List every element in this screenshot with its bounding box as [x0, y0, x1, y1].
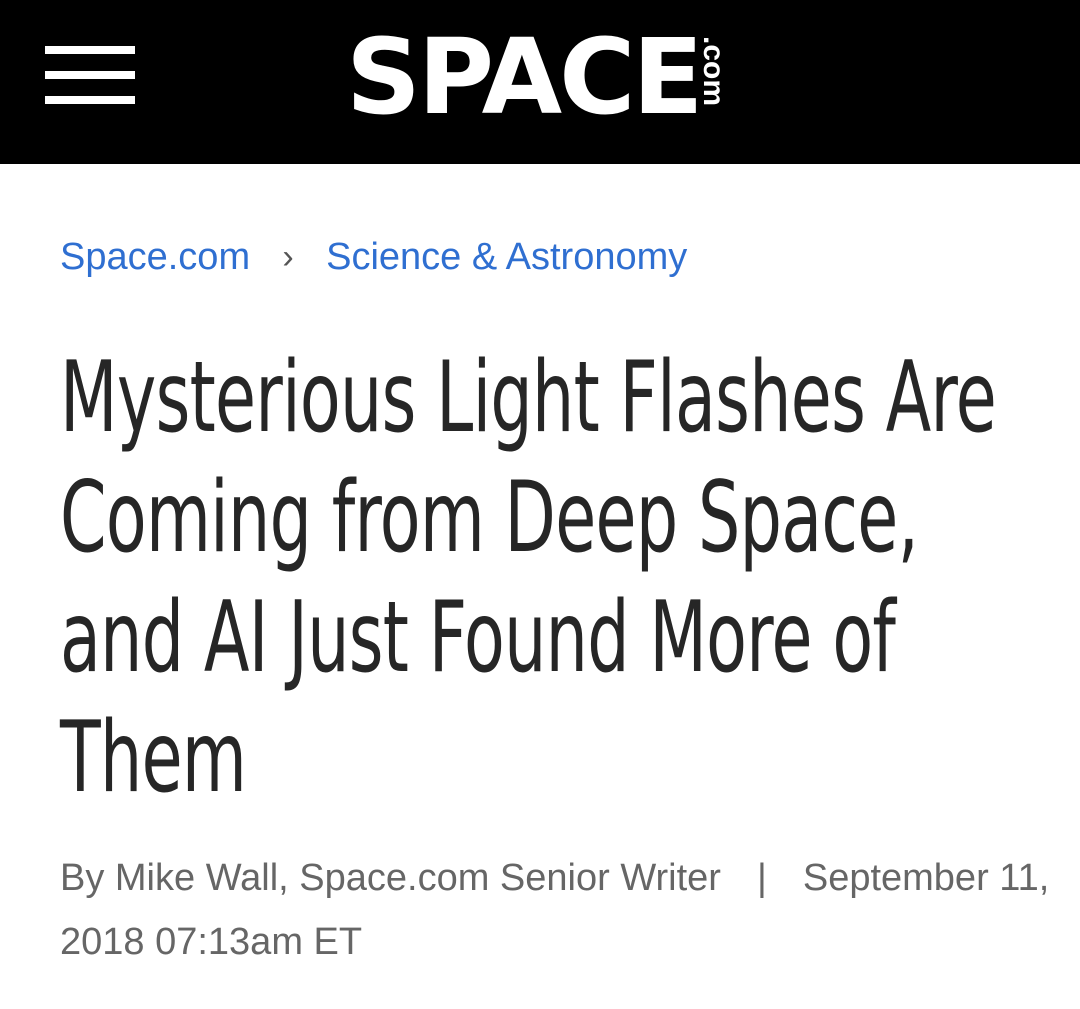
breadcrumb-link-category[interactable]: Science & Astronomy [326, 236, 687, 279]
breadcrumb: Space.com › Science & Astronomy [60, 232, 687, 282]
site-logo[interactable]: SPACE .com [346, 16, 736, 138]
menu-bar-line [45, 96, 135, 104]
menu-bar-line [45, 46, 135, 54]
byline-divider: | [756, 857, 767, 899]
breadcrumb-link-home[interactable]: Space.com [60, 236, 250, 279]
article-byline: By Mike Wall, Space.com Senior Writer | Se… [60, 846, 1070, 974]
hamburger-menu-icon[interactable] [45, 46, 135, 104]
logo-wordmark: SPACE [346, 16, 703, 138]
article-headline: Mysterious Light Flashes Are Coming from… [60, 341, 997, 815]
author-credit: By Mike Wall, Space.com Senior Writer [60, 857, 721, 899]
chevron-right-icon: › [282, 237, 294, 276]
menu-bar-line [45, 71, 135, 79]
site-header: SPACE .com [0, 0, 1080, 164]
logo-suffix-text: .com [697, 36, 730, 106]
logo-suffix: .com [696, 30, 736, 125]
